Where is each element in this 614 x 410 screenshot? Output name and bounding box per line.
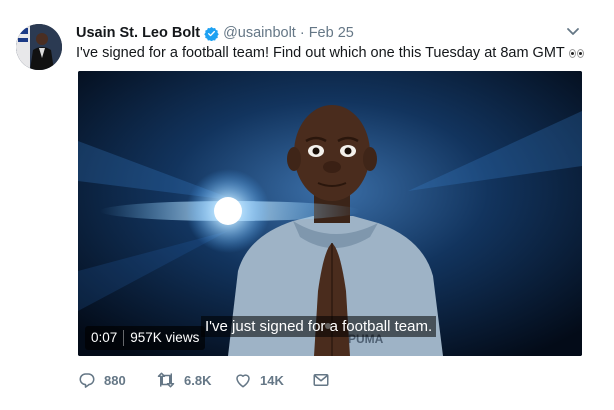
retweet-button[interactable]: 6.8K — [156, 371, 234, 389]
video-frame: PUMA — [78, 71, 582, 356]
display-name[interactable]: Usain St. Leo Bolt — [76, 25, 200, 41]
eyes-emoji-icon — [568, 48, 584, 58]
video-info-badge: 0:07 957K views — [85, 326, 206, 350]
video-views: 957K views — [130, 330, 200, 345]
verified-badge-icon — [204, 26, 219, 41]
tweet-text-row: I've signed for a football team! Find ou… — [76, 45, 584, 61]
tweet-header: Usain St. Leo Bolt @usainbolt · Feb 25 — [76, 24, 354, 42]
user-handle[interactable]: @usainbolt — [223, 25, 296, 41]
reply-icon — [79, 373, 95, 388]
envelope-icon — [313, 374, 329, 386]
heart-icon — [236, 374, 250, 388]
reply-count: 880 — [104, 372, 126, 388]
retweet-count: 6.8K — [184, 372, 212, 388]
separator-dot: · — [299, 25, 305, 41]
tweet-text: I've signed for a football team! Find ou… — [76, 45, 565, 61]
avatar-image — [16, 24, 62, 70]
video-player[interactable]: PUMA — [78, 71, 582, 356]
avatar[interactable] — [16, 24, 62, 70]
tweet-date[interactable]: Feb 25 — [309, 25, 354, 41]
like-count: 14K — [260, 372, 284, 388]
chevron-down-icon[interactable] — [565, 25, 581, 39]
like-button[interactable]: 14K — [234, 371, 312, 389]
eye-left-shape — [568, 48, 576, 58]
video-subtitle: I've just signed for a football team. — [201, 316, 437, 337]
eye-right-shape — [576, 48, 584, 58]
retweet-icon — [157, 372, 175, 388]
direct-message-button[interactable] — [312, 371, 330, 389]
reply-button[interactable]: 880 — [78, 371, 156, 389]
video-duration: 0:07 — [91, 330, 118, 345]
tweet-actions: 880 6.8K 14K — [78, 370, 330, 390]
